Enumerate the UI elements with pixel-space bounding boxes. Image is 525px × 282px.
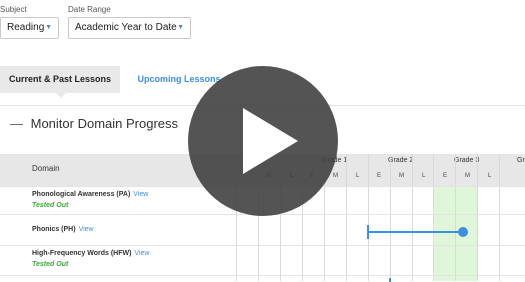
domain-label: High-Frequency Words (HFW) [32,250,132,257]
domain-label: Phonological Awareness (PA) [32,191,131,198]
tab-current-past-lessons[interactable]: Current & Past Lessons [0,66,120,98]
domain-column-header: Domain [32,164,60,173]
grade-header: Gr [517,157,525,164]
progress-end-dot [458,227,468,237]
collapse-icon[interactable]: — [10,116,23,131]
domain-name: Phonics (PH) View [32,226,94,233]
table-row: High-Frequency Words (HFW) View Tested Ou… [0,245,525,276]
subject-label: Subject [0,5,27,14]
grade-header: Grade 3 [454,157,480,164]
domain-name: High-Frequency Words (HFW) View [32,250,149,257]
view-link[interactable]: View [133,191,148,198]
panel-title: — Monitor Domain Progress [10,116,178,131]
panel-title-text: Monitor Domain Progress [30,116,179,131]
table-row: Phonics (PH) View [0,214,525,246]
sub-column-header: L [422,173,426,179]
filter-bar: Subject Reading ▼ Date Range Academic Ye… [0,0,525,58]
date-range-value: Academic Year to Date [75,22,177,33]
subject-value: Reading [7,22,45,33]
tested-out-status: Tested Out [32,202,69,209]
subject-select[interactable]: Reading ▼ [0,17,59,39]
play-icon [243,108,298,174]
chevron-down-icon: ▼ [45,24,52,31]
domain-name: Phonological Awareness (PA) View [32,191,148,198]
view-link[interactable]: View [134,250,149,257]
progress-line [367,225,468,239]
chevron-down-icon: ▼ [177,24,184,31]
video-play-button[interactable] [188,66,338,216]
date-range-label: Date Range [68,5,111,14]
table-row [0,275,525,282]
date-range-select[interactable]: Academic Year to Date ▼ [68,17,191,39]
domain-label: Phonics (PH) [32,226,76,233]
sub-column-header: L [488,173,492,179]
sub-column-header: M [333,173,338,179]
sub-column-header: M [399,173,404,179]
progress-start-marker [389,278,391,282]
sub-column-header: E [377,173,382,179]
sub-column-header: L [356,173,360,179]
grade-header: Grade 2 [388,157,414,164]
tested-out-status: Tested Out [32,261,69,268]
sub-column-header: M [465,173,470,179]
view-link[interactable]: View [79,226,94,233]
sub-column-header: E [443,173,448,179]
